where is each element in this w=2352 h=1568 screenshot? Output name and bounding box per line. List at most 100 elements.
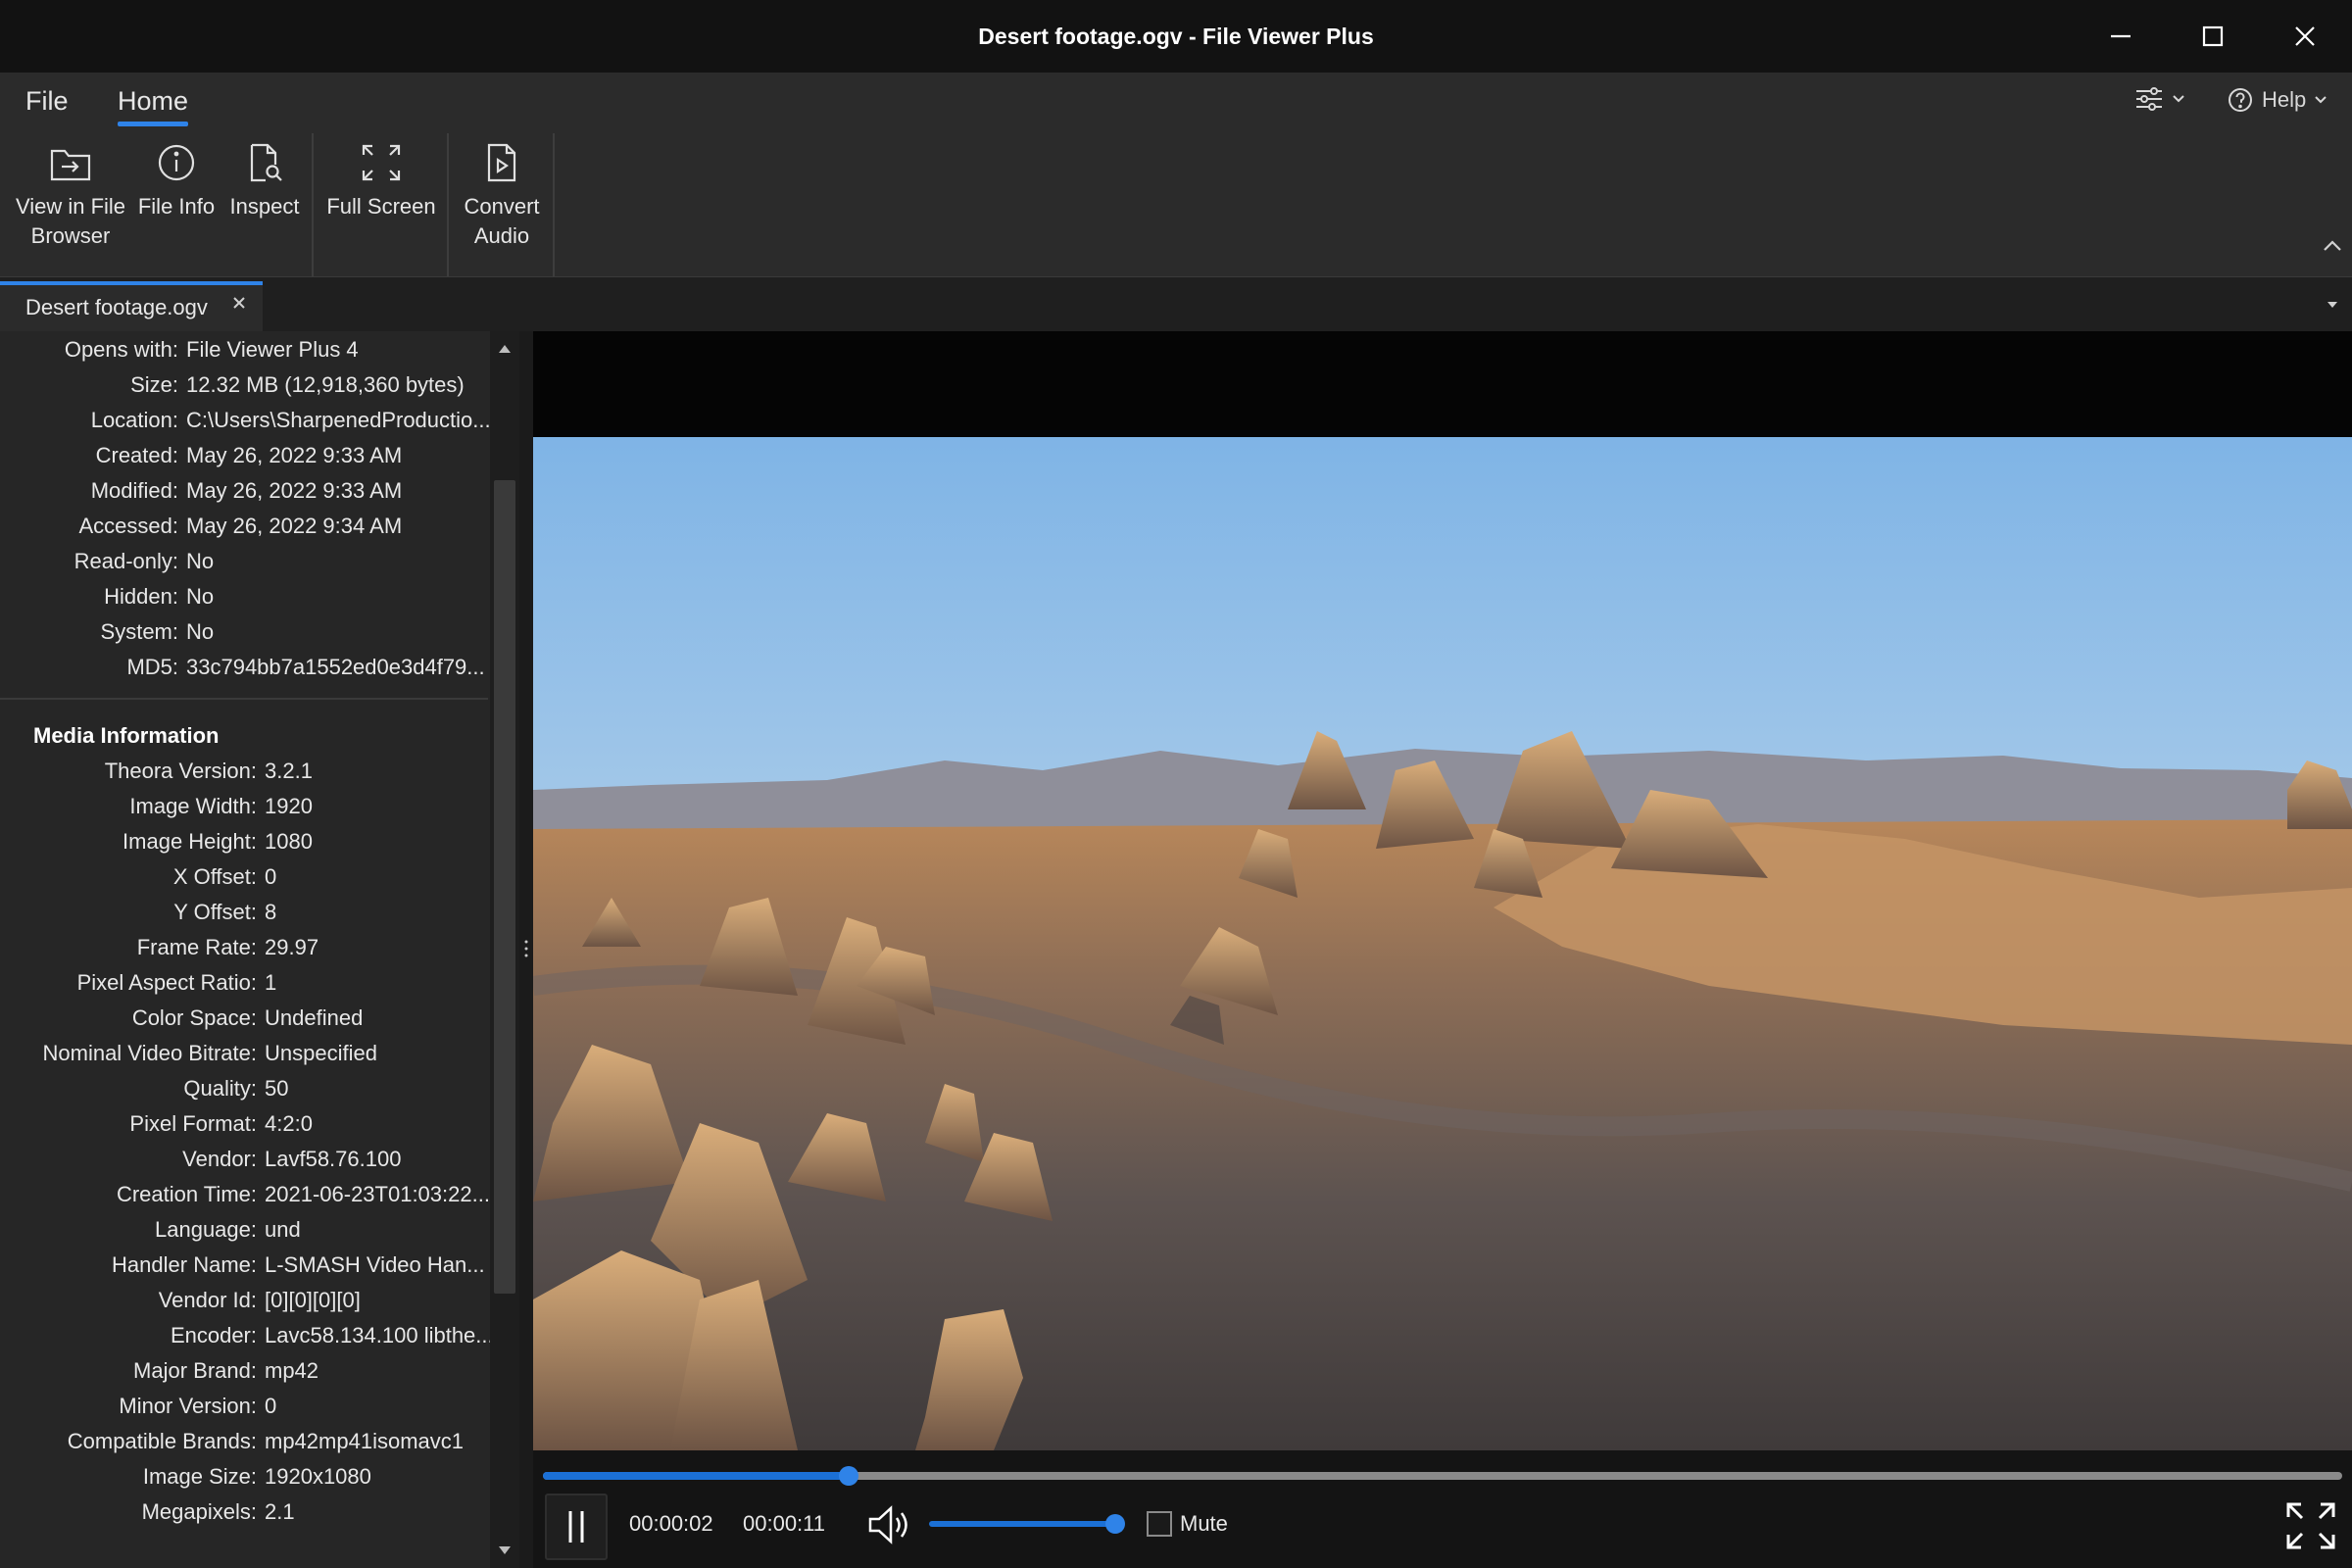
collapse-ribbon-button[interactable]	[2323, 239, 2342, 258]
view-in-file-browser-label-1: View in File	[15, 194, 126, 219]
chevron-up-icon	[2324, 240, 2341, 251]
property-row: Frame Rate: 29.97	[0, 933, 488, 962]
property-value: No	[186, 549, 215, 573]
property-key: Hidden:	[104, 584, 178, 609]
video-viewport[interactable]	[533, 331, 2352, 1450]
scroll-up-button[interactable]	[494, 337, 515, 361]
media-information-heading: Media Information	[33, 723, 220, 748]
inspect-button[interactable]: Inspect	[223, 143, 306, 221]
property-row: Hidden: No	[0, 582, 488, 612]
menu-file[interactable]: File	[25, 86, 69, 117]
section-divider	[0, 698, 488, 700]
caret-up-icon	[499, 345, 511, 353]
property-value: und	[265, 1217, 301, 1242]
property-value: 0	[265, 1394, 277, 1418]
help-dropdown[interactable]: Help	[2227, 86, 2328, 114]
mute-label: Mute	[1180, 1511, 1228, 1536]
mute-checkbox[interactable]	[1147, 1511, 1172, 1537]
property-key: Handler Name:	[112, 1252, 257, 1277]
close-button[interactable]	[2260, 0, 2350, 73]
window-title: Desert footage.ogv - File Viewer Plus	[978, 24, 1374, 49]
property-value: C:\Users\SharpenedProductio...	[186, 408, 490, 432]
file-info-panel[interactable]: Opens with: File Viewer Plus 4 Size: 12.32 …	[0, 331, 490, 1568]
full-screen-button[interactable]: Full Screen	[319, 143, 443, 221]
property-row: Image Width: 1920	[0, 792, 488, 821]
property-key: Created:	[95, 443, 178, 467]
property-value: 4:2:0	[265, 1111, 313, 1136]
property-value: 0	[265, 864, 277, 889]
full-screen-label: Full Screen	[326, 194, 436, 219]
property-row: Modified: May 26, 2022 9:33 AM	[0, 476, 488, 506]
fullscreen-toggle-button[interactable]	[2285, 1501, 2336, 1555]
property-row: Color Space: Undefined	[0, 1004, 488, 1033]
property-value: 3.2.1	[265, 759, 313, 783]
full-screen-icon	[362, 144, 401, 181]
property-value: 2021-06-23T01:03:22...	[265, 1182, 490, 1206]
property-key: Modified:	[90, 478, 178, 503]
maximize-button[interactable]	[2168, 0, 2258, 73]
settings-dropdown[interactable]	[2134, 86, 2185, 112]
property-value: 1920x1080	[265, 1464, 371, 1489]
property-value: mp42mp41isomavc1	[265, 1429, 464, 1453]
maximize-icon	[2202, 25, 2224, 47]
speaker-icon	[868, 1505, 907, 1544]
total-duration: 00:00:11	[743, 1511, 826, 1536]
volume-thumb[interactable]	[1105, 1514, 1125, 1534]
close-tab-button[interactable]	[231, 295, 247, 316]
pause-button[interactable]	[545, 1494, 608, 1560]
minimize-button[interactable]	[2076, 0, 2166, 73]
property-key: Pixel Aspect Ratio:	[76, 970, 257, 995]
menu-home[interactable]: Home	[118, 86, 189, 126]
file-info-button[interactable]: File Info	[135, 143, 218, 221]
volume-slider[interactable]	[929, 1521, 1115, 1527]
scrollbar-thumb[interactable]	[494, 480, 515, 1294]
convert-audio-button[interactable]: Convert Audio	[453, 143, 551, 251]
document-tab[interactable]: Desert footage.ogv	[0, 281, 263, 332]
inspect-label: Inspect	[229, 194, 300, 219]
property-key: Encoder:	[170, 1323, 257, 1348]
property-row: Size: 12.32 MB (12,918,360 bytes)	[0, 370, 488, 400]
title-bar: Desert footage.ogv - File Viewer Plus	[0, 0, 2352, 73]
property-value: 50	[265, 1076, 289, 1101]
sliders-icon	[2136, 87, 2162, 111]
property-key: Creation Time:	[116, 1182, 257, 1206]
document-tab-bar: Desert footage.ogv	[0, 276, 2352, 332]
property-row: Vendor: Lavf58.76.100	[0, 1145, 488, 1174]
property-value: 12.32 MB (12,918,360 bytes)	[186, 372, 465, 397]
property-key: Megapixels:	[141, 1499, 257, 1524]
property-value: 33c794bb7a1552ed0e3d4f79...	[186, 655, 485, 679]
property-key: Image Height:	[122, 829, 257, 854]
seek-bar[interactable]	[543, 1466, 2342, 1486]
property-row: Nominal Video Bitrate: Unspecified	[0, 1039, 488, 1068]
property-key: Opens with:	[64, 337, 178, 362]
close-icon	[233, 297, 245, 309]
ribbon-separator	[447, 133, 449, 276]
property-key: Size:	[130, 372, 178, 397]
property-value: 1080	[265, 829, 313, 854]
property-key: Location:	[90, 408, 178, 432]
property-row: MD5: 33c794bb7a1552ed0e3d4f79...	[0, 653, 488, 682]
volume-button[interactable]	[866, 1503, 913, 1551]
view-in-file-browser-label-2: Browser	[30, 223, 111, 248]
property-value: No	[186, 584, 215, 609]
property-key: Y Offset:	[173, 900, 257, 924]
scroll-down-button[interactable]	[494, 1539, 515, 1562]
property-key: Vendor:	[182, 1147, 257, 1171]
caret-down-icon	[499, 1546, 511, 1554]
property-row: Accessed: May 26, 2022 9:34 AM	[0, 512, 488, 541]
property-key: Language:	[155, 1217, 257, 1242]
folder-open-icon	[50, 149, 91, 181]
tab-list-dropdown[interactable]	[2325, 297, 2340, 315]
view-in-file-browser-button[interactable]: View in File Browser	[10, 143, 131, 251]
document-tab-label: Desert footage.ogv	[25, 295, 208, 319]
property-value: Undefined	[265, 1005, 364, 1030]
property-row: X Offset: 0	[0, 862, 488, 892]
property-row: Image Size: 1920x1080	[0, 1462, 488, 1492]
chevron-down-icon	[2315, 96, 2327, 104]
ribbon: File Home Help View in File Browser File…	[0, 73, 2352, 276]
seek-thumb[interactable]	[839, 1466, 859, 1486]
ribbon-separator	[553, 133, 555, 276]
caret-down-icon	[2328, 302, 2337, 308]
property-row: Created: May 26, 2022 9:33 AM	[0, 441, 488, 470]
property-key: Nominal Video Bitrate:	[42, 1041, 258, 1065]
